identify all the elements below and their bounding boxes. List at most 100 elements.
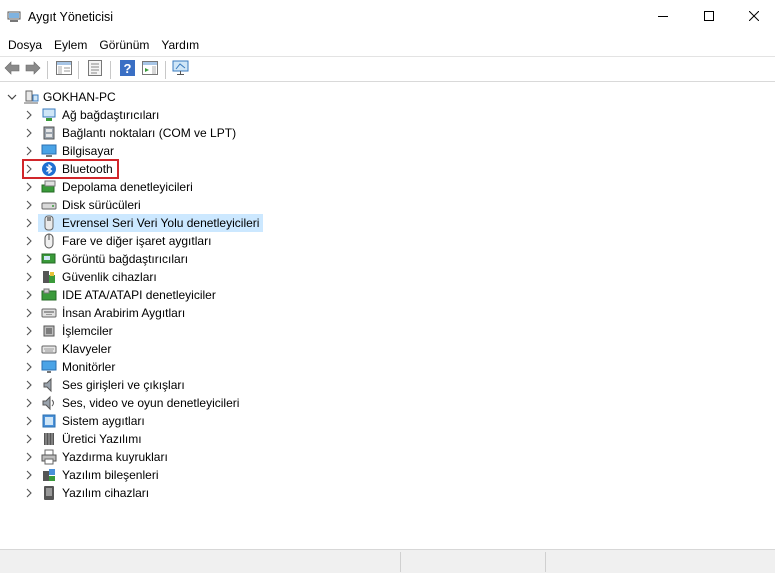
usb-icon [41, 215, 57, 231]
tree-item-depolama-denetleyicileri[interactable]: Depolama denetleyicileri [0, 178, 420, 196]
tree-item-goruntu-bagdastiricilari[interactable]: Görüntü bağdaştırıcıları [0, 250, 420, 268]
chevron-right-icon[interactable] [24, 236, 34, 246]
chevron-right-icon[interactable] [24, 146, 34, 156]
port-icon [41, 125, 57, 141]
network-adapter-icon [41, 107, 57, 123]
back-button[interactable] [2, 60, 22, 79]
audio-io-icon [41, 377, 57, 393]
tree-item-label: Yazdırma kuyrukları [62, 450, 168, 464]
tree-item-ag-bagdastiricilari[interactable]: Ağ bağdaştırıcıları [0, 106, 420, 124]
tree-item-fare-ve-diger-isaret-aygitlari[interactable]: Fare ve diğer işaret aygıtları [0, 232, 420, 250]
tree-item-baglanti-noktalari-com-ve-lpt[interactable]: Bağlantı noktaları (COM ve LPT) [0, 124, 420, 142]
menu-gorunum[interactable]: Görünüm [93, 35, 155, 55]
show-hide-tree-icon [56, 61, 72, 78]
tree-root-label: GOKHAN-PC [43, 90, 116, 104]
svg-text:?: ? [123, 61, 131, 76]
tree-item-label: IDE ATA/ATAPI denetleyiciler [62, 288, 216, 302]
chevron-down-icon[interactable] [7, 92, 17, 102]
tree-item-disk-suruculeri[interactable]: Disk sürücüleri [0, 196, 420, 214]
maximize-icon [704, 10, 714, 24]
chevron-right-icon[interactable] [24, 272, 34, 282]
maximize-button[interactable] [686, 0, 732, 34]
processor-icon [41, 323, 57, 339]
tree-item-yazdirma-kuyruklari[interactable]: Yazdırma kuyrukları [0, 448, 420, 466]
monitor-icon [172, 60, 190, 79]
tree-item-uretici-yazilimi[interactable]: Üretici Yazılımı [0, 430, 420, 448]
tree-item-yazilim-cihazlari[interactable]: Yazılım cihazları [0, 484, 420, 502]
action-pane-button[interactable] [140, 60, 160, 79]
chevron-right-icon[interactable] [24, 470, 34, 480]
minimize-button[interactable] [640, 0, 686, 34]
tree-item-guvenlik-cihazlari[interactable]: Güvenlik cihazları [0, 268, 420, 286]
back-arrow-icon [4, 61, 20, 78]
chevron-right-icon[interactable] [24, 218, 34, 228]
help-button[interactable]: ? [117, 60, 137, 79]
tree-item-bilgisayar[interactable]: Bilgisayar [0, 142, 420, 160]
chevron-right-icon[interactable] [24, 182, 34, 192]
tree-item-bluetooth[interactable]: Bluetooth [0, 160, 420, 178]
mouse-icon [41, 233, 57, 249]
scan-hardware-button[interactable] [171, 60, 191, 79]
tree-item-monitorler[interactable]: Monitörler [0, 358, 420, 376]
chevron-right-icon[interactable] [24, 362, 34, 372]
chevron-right-icon[interactable] [24, 380, 34, 390]
tree-item-ses-girisleri-ve-cikislari[interactable]: Ses girişleri ve çıkışları [0, 376, 420, 394]
chevron-right-icon[interactable] [24, 200, 34, 210]
tree-item-label: Görüntü bağdaştırıcıları [62, 252, 189, 266]
minimize-icon [658, 10, 668, 24]
action-pane-icon [142, 61, 158, 78]
display-adapter-icon [41, 251, 57, 267]
forward-arrow-icon [25, 61, 41, 78]
tree-item-ses-video-ve-oyun-denetleyicileri[interactable]: Ses, video ve oyun denetleyicileri [0, 394, 420, 412]
tree-item-yazilim-bilesenleri[interactable]: Yazılım bileşenleri [0, 466, 420, 484]
tree-root-gokhan-pc[interactable]: GOKHAN-PC [0, 88, 200, 106]
status-divider [545, 552, 546, 572]
toolbar-separator [165, 61, 166, 79]
toolbar: ? [0, 56, 775, 82]
menu-dosya[interactable]: Dosya [2, 35, 48, 55]
chevron-right-icon[interactable] [24, 344, 34, 354]
show-hide-tree-button[interactable] [54, 60, 74, 79]
tree-item-label: İnsan Arabirim Aygıtları [62, 306, 186, 320]
chevron-right-icon[interactable] [24, 110, 34, 120]
chevron-right-icon[interactable] [24, 488, 34, 498]
menu-eylem[interactable]: Eylem [48, 35, 93, 55]
chevron-right-icon[interactable] [24, 326, 34, 336]
forward-button[interactable] [23, 60, 43, 79]
chevron-right-icon[interactable] [24, 128, 34, 138]
menu-yardim[interactable]: Yardım [155, 35, 205, 55]
storage-controller-icon [41, 179, 57, 195]
computer-icon [41, 143, 57, 159]
chevron-right-icon[interactable] [24, 452, 34, 462]
chevron-right-icon[interactable] [24, 398, 34, 408]
tree-item-label: Üretici Yazılımı [62, 432, 142, 446]
chevron-right-icon[interactable] [24, 308, 34, 318]
disk-drive-icon [41, 197, 57, 213]
chevron-right-icon[interactable] [24, 416, 34, 426]
chevron-right-icon[interactable] [24, 290, 34, 300]
monitor-icon [41, 359, 57, 375]
tree-item-ide-ata-atapi-denetleyiciler[interactable]: IDE ATA/ATAPI denetleyiciler [0, 286, 420, 304]
tree-item-label: Sistem aygıtları [62, 414, 145, 428]
hid-icon [41, 305, 57, 321]
tree-item-label: Evrensel Seri Veri Yolu denetleyicileri [62, 216, 260, 230]
close-icon [748, 10, 760, 24]
chevron-right-icon[interactable] [24, 164, 34, 174]
printer-icon [41, 449, 57, 465]
window-title: Aygıt Yöneticisi [28, 10, 114, 24]
tree-item-label: Fare ve diğer işaret aygıtları [62, 234, 212, 248]
tree-item-klavyeler[interactable]: Klavyeler [0, 340, 420, 358]
toolbar-separator [47, 61, 48, 79]
status-divider [400, 552, 401, 572]
tree-item-islemciler[interactable]: İşlemciler [0, 322, 420, 340]
chevron-right-icon[interactable] [24, 434, 34, 444]
chevron-right-icon[interactable] [24, 254, 34, 264]
close-button[interactable] [731, 0, 775, 34]
tree-item-label: Bilgisayar [62, 144, 115, 158]
menu-bar: Dosya Eylem Görünüm Yardım [0, 34, 775, 56]
tree-item-sistem-aygitlari[interactable]: Sistem aygıtları [0, 412, 420, 430]
tree-item-evrensel-seri-veri-yolu-denetleyicileri[interactable]: Evrensel Seri Veri Yolu denetleyicileri [0, 214, 420, 232]
device-tree: GOKHAN-PC Ağ bağdaştırıcıları Bağlantı no… [0, 83, 775, 548]
properties-button[interactable] [85, 60, 105, 79]
tree-item-insan-arabirim-aygitlari[interactable]: İnsan Arabirim Aygıtları [0, 304, 420, 322]
